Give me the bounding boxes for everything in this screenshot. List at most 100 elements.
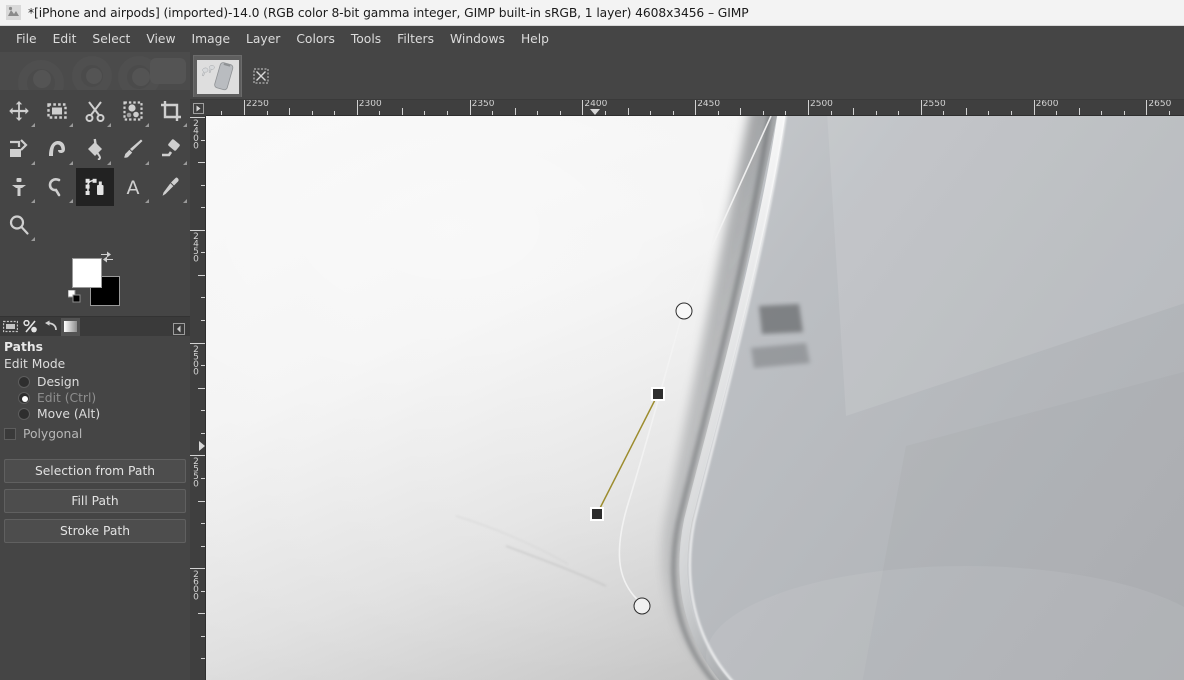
gradients-tab-icon[interactable] — [61, 317, 80, 336]
undo-history-tab-icon[interactable] — [41, 318, 60, 336]
ruler-minor-tick — [762, 111, 764, 115]
menu-colors[interactable]: Colors — [288, 29, 343, 50]
menu-file[interactable]: File — [8, 29, 45, 50]
menu-windows[interactable]: Windows — [442, 29, 513, 50]
horizontal-ruler[interactable]: 2250230023502400245025002550260026502700… — [206, 100, 1184, 116]
tool-grid: A — [0, 90, 190, 244]
ruler-minor-tick — [853, 108, 855, 115]
radio-move[interactable]: Move (Alt) — [0, 406, 190, 422]
ruler-minor-tick — [785, 111, 787, 115]
ruler-label: 2650 — [1148, 100, 1172, 109]
ruler-minor-tick — [221, 111, 223, 115]
checkbox-polygonal[interactable]: Polygonal — [0, 422, 190, 443]
ruler-label: 2450 — [697, 100, 721, 109]
ruler-label: 2350 — [471, 100, 495, 109]
edit-mode-label: Edit Mode — [4, 357, 66, 371]
menu-view[interactable]: View — [138, 29, 183, 50]
rectangle-select-tool[interactable] — [38, 92, 76, 130]
collapse-dock-icon[interactable] — [173, 320, 185, 335]
image-canvas[interactable] — [206, 116, 1184, 680]
text-tool[interactable]: A — [114, 168, 152, 206]
image-tab-iphone-and-airpods[interactable] — [193, 55, 242, 97]
menu-help[interactable]: Help — [513, 29, 557, 50]
ruler-label: 2500 — [191, 344, 201, 375]
menu-tools[interactable]: Tools — [343, 29, 389, 50]
zoom-tool[interactable] — [0, 206, 38, 244]
ruler-minor-tick — [201, 477, 205, 479]
ruler-minor-tick — [988, 111, 990, 115]
ruler-label: 2400 — [191, 119, 201, 149]
menu-layer[interactable]: Layer — [238, 29, 288, 50]
swap-colors-icon[interactable] — [100, 248, 114, 263]
eraser-tool[interactable] — [152, 130, 190, 168]
ruler-minor-tick — [1123, 111, 1125, 115]
ruler-minor-tick — [201, 523, 205, 525]
ruler-major-tick — [582, 100, 584, 115]
vertical-ruler[interactable]: 24002450250025502600265027002750 — [190, 116, 206, 680]
navigation-preview-icon[interactable] — [252, 67, 270, 85]
ruler-major-tick — [920, 100, 922, 115]
ruler-minor-tick — [537, 111, 539, 115]
ruler-minor-tick — [266, 111, 268, 115]
radio-edit[interactable]: Edit (Ctrl) — [0, 390, 190, 406]
paths-tool[interactable] — [76, 168, 114, 206]
ruler-minor-tick — [1078, 108, 1080, 115]
tool-arrow-icon — [107, 123, 111, 127]
free-select-tool[interactable] — [38, 168, 76, 206]
fuzzy-select-tool[interactable] — [114, 92, 152, 130]
bucket-fill-tool[interactable] — [76, 130, 114, 168]
menu-select[interactable]: Select — [84, 29, 138, 50]
photo-iphone-corner — [206, 116, 1184, 680]
paintbrush-tool[interactable] — [114, 130, 152, 168]
vertical-position-marker — [199, 441, 205, 451]
brushes-tab-icon[interactable] — [21, 318, 40, 336]
ruler-minor-tick — [627, 108, 629, 115]
radio-design[interactable]: Design — [0, 374, 190, 390]
ruler-minor-tick — [198, 613, 205, 615]
ruler-minor-tick — [201, 432, 205, 434]
images-tab-icon[interactable] — [1, 318, 20, 336]
menu-bar: File Edit Select View Image Layer Colors… — [0, 26, 1184, 52]
foreground-color-swatch[interactable] — [72, 258, 102, 288]
ruler-minor-tick — [604, 111, 606, 115]
ruler-label: 2450 — [191, 231, 201, 262]
ruler-origin-button[interactable] — [190, 100, 206, 116]
ruler-minor-tick — [830, 111, 832, 115]
move-tool[interactable] — [0, 92, 38, 130]
tool-arrow-icon — [145, 199, 149, 203]
ruler-minor-tick — [201, 139, 205, 141]
selection-from-path-button[interactable]: Selection from Path — [4, 459, 186, 483]
image-tab-thumbnail — [196, 59, 239, 94]
svg-text:A: A — [127, 177, 140, 198]
ruler-major-tick — [190, 229, 205, 231]
ruler-minor-tick — [311, 111, 313, 115]
ruler-minor-tick — [201, 365, 205, 367]
menu-image[interactable]: Image — [184, 29, 239, 50]
ruler-major-tick — [469, 100, 471, 115]
ruler-label: 2250 — [246, 100, 269, 109]
radio-design-label: Design — [37, 375, 80, 389]
window-title: *[iPhone and airpods] (imported)-14.0 (R… — [28, 5, 749, 20]
checkbox-polygonal-indicator — [4, 428, 16, 440]
ruler-label: 2400 — [584, 100, 608, 109]
warp-transform-tool[interactable] — [38, 130, 76, 168]
color-picker-tool[interactable] — [152, 168, 190, 206]
default-colors-icon[interactable] — [67, 288, 81, 303]
ruler-minor-tick — [201, 635, 205, 637]
menu-edit[interactable]: Edit — [45, 29, 85, 50]
tool-arrow-icon — [183, 161, 187, 165]
stroke-path-button[interactable]: Stroke Path — [4, 519, 186, 543]
clone-tool[interactable] — [0, 168, 38, 206]
fill-path-button[interactable]: Fill Path — [4, 489, 186, 513]
ruler-minor-tick — [198, 387, 205, 389]
crop-tool[interactable] — [152, 92, 190, 130]
scissors-select-tool[interactable] — [76, 92, 114, 130]
color-swatch-area — [0, 244, 190, 316]
menu-filters[interactable]: Filters — [389, 29, 442, 50]
ruler-minor-tick — [198, 274, 205, 276]
radio-move-label: Move (Alt) — [37, 407, 101, 421]
ruler-minor-tick — [379, 111, 381, 115]
unified-transform-tool[interactable] — [0, 130, 38, 168]
ruler-minor-tick — [201, 545, 205, 547]
tool-arrow-icon — [69, 199, 73, 203]
